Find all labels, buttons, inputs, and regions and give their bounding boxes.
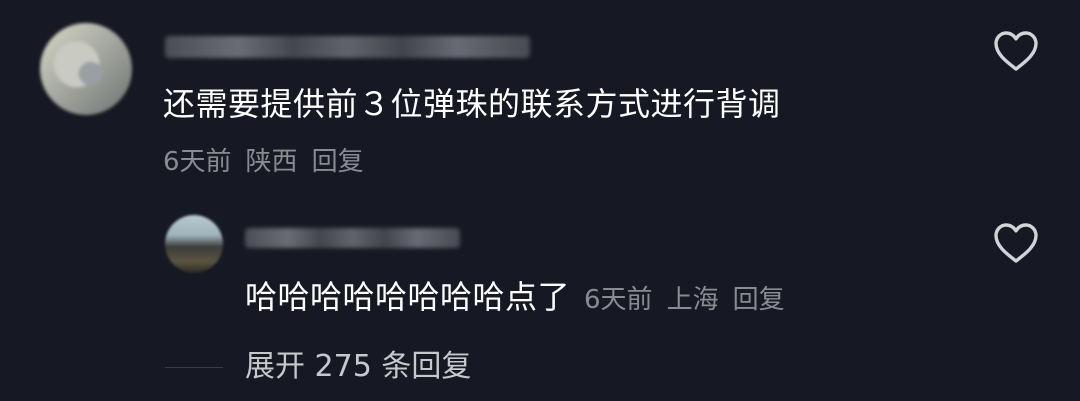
reply-text: 哈哈哈哈哈哈哈哈点了: [245, 278, 571, 316]
reply-line: 哈哈哈哈哈哈哈哈点了 6天前 上海 回复: [245, 275, 785, 319]
reply-time: 6天前: [584, 285, 653, 315]
comment-location: 陕西: [245, 147, 298, 177]
reply-reply-button[interactable]: 回复: [733, 285, 785, 315]
replier-name-redacted[interactable]: [245, 228, 460, 248]
heart-outline-icon: [994, 31, 1038, 71]
comment-time: 6天前: [163, 147, 232, 177]
commenter-name-redacted[interactable]: [165, 36, 530, 58]
comment-text: 还需要提供前３位弹珠的联系方式进行背调: [163, 85, 781, 123]
comment-like-button[interactable]: [993, 30, 1039, 72]
comment-meta: 6天前 陕西 回复: [163, 145, 364, 179]
reply-location: 上海: [666, 285, 719, 315]
comment-reply-button[interactable]: 回复: [312, 147, 364, 177]
heart-outline-icon: [994, 223, 1038, 263]
expand-divider: [165, 367, 223, 368]
reply-like-button[interactable]: [993, 222, 1039, 264]
reply-meta: 6天前 上海 回复: [584, 285, 785, 315]
commenter-avatar[interactable]: [40, 23, 132, 115]
expand-replies-button[interactable]: 展开 275 条回复: [245, 346, 471, 388]
replier-avatar[interactable]: [165, 215, 223, 273]
